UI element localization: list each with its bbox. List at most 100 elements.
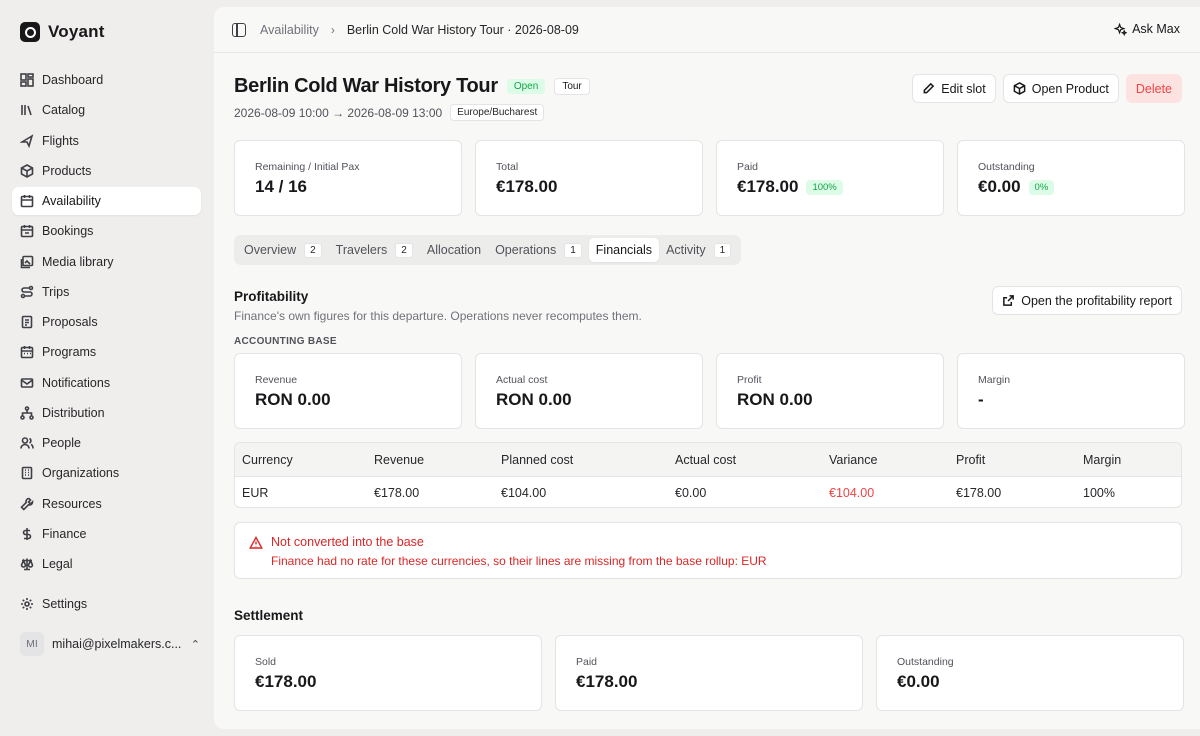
sidebar-item-label: Organizations — [42, 466, 120, 481]
dollar-icon — [20, 527, 34, 541]
column-header: Variance — [829, 452, 878, 467]
card-label: Paid — [576, 656, 598, 668]
profitability-title: Profitability — [234, 289, 309, 304]
tab-label: Overview — [244, 243, 297, 257]
sidebar-item-people[interactable]: People — [12, 429, 201, 457]
alert-body: Finance had no rate for these currencies… — [271, 554, 767, 568]
sidebar-toggle-icon[interactable] — [232, 22, 246, 37]
settlement-card-sold: Sold €178.00 — [234, 635, 542, 711]
table-cell: €0.00 — [675, 485, 707, 500]
sidebar-item-media-library[interactable]: Media library — [12, 248, 201, 276]
sidebar-item-legal[interactable]: Legal — [12, 550, 201, 578]
chevron-right-icon: › — [330, 22, 335, 37]
card-label: Total — [496, 161, 519, 173]
sidebar-item-organizations[interactable]: Organizations — [12, 459, 201, 487]
delete-button[interactable]: Delete — [1125, 74, 1182, 103]
accounting-base-caption: ACCOUNTING BASE — [234, 336, 337, 347]
tab-activity[interactable]: Activity 1 — [659, 238, 738, 262]
calendar-check-icon — [20, 224, 34, 238]
sidebar-item-label: Legal — [42, 557, 73, 572]
accounting-card-actual-cost: Actual cost RON 0.00 — [475, 353, 703, 429]
package-icon — [1013, 82, 1026, 95]
sidebar-item-bookings[interactable]: Bookings — [12, 217, 201, 245]
sparkles-icon — [1114, 22, 1128, 36]
card-label: Revenue — [255, 374, 298, 386]
card-value: RON 0.00 — [737, 390, 813, 409]
currency-table: Currency Revenue Planned cost Actual cos… — [234, 442, 1182, 508]
time-range: 2026-08-09 10:00 → 2026-08-09 13:00 — [234, 105, 443, 120]
settlement-card-outstanding: Outstanding €0.00 — [876, 635, 1184, 711]
sidebar-item-catalog[interactable]: Catalog — [12, 96, 201, 124]
sidebar-item-label: Catalog — [42, 103, 86, 118]
sidebar-item-products[interactable]: Products — [12, 157, 201, 185]
tab-operations[interactable]: Operations 1 — [488, 238, 589, 262]
calendar-icon — [20, 194, 34, 208]
column-header: Planned cost — [501, 452, 574, 467]
tab-travelers[interactable]: Travelers 2 — [329, 238, 420, 262]
summary-card-pax: Remaining / Initial Pax 14 / 16 — [234, 140, 462, 216]
card-value-text: 14 / 16 — [255, 177, 307, 196]
sidebar-item-label: Notifications — [42, 375, 111, 390]
column-header: Currency — [242, 452, 293, 467]
tab-overview[interactable]: Overview 2 — [237, 238, 329, 262]
summary-cards: Remaining / Initial Pax 14 / 16 Total €1… — [234, 140, 1185, 216]
card-value-text: €178.00 — [737, 177, 799, 196]
summary-card-outstanding: Outstanding €0.00 0% — [957, 140, 1185, 216]
alert-title: Not converted into the base — [271, 535, 424, 549]
header-actions: Edit slot Open Product Delete — [912, 74, 1182, 103]
sidebar-item-label: Dashboard — [42, 73, 104, 87]
column-header: Revenue — [374, 452, 425, 467]
edit-slot-button[interactable]: Edit slot — [912, 74, 996, 103]
sidebar-item-settings[interactable]: Settings — [12, 590, 201, 618]
sidebar-item-label: Trips — [42, 284, 70, 299]
tab-financials[interactable]: Financials — [588, 238, 660, 262]
table-cell: EUR — [242, 485, 269, 500]
chevron-up-down-icon: ⌃ — [190, 638, 200, 651]
card-value: - — [978, 390, 984, 409]
card-label: Actual cost — [496, 374, 548, 386]
sidebar-item-dashboard[interactable]: Dashboard — [12, 66, 201, 94]
open-product-button[interactable]: Open Product — [1002, 74, 1119, 103]
sidebar-item-label: Proposals — [42, 315, 98, 330]
brand[interactable]: Voyant — [20, 22, 105, 42]
ask-max-button[interactable]: Ask Max — [1114, 22, 1180, 36]
timezone-badge: Europe/Bucharest — [450, 104, 545, 121]
sidebar-item-label: Finance — [42, 526, 87, 541]
sidebar: Voyant Dashboard Catalog Flights Product… — [0, 0, 214, 736]
card-value: €178.00 100% — [737, 177, 943, 197]
sidebar-item-trips[interactable]: Trips — [12, 278, 201, 306]
column-header: Actual cost — [675, 452, 737, 467]
card-value-text: €0.00 — [978, 177, 1021, 196]
sidebar-item-distribution[interactable]: Distribution — [12, 399, 201, 427]
tab-allocation[interactable]: Allocation — [420, 238, 488, 262]
sidebar-item-finance[interactable]: Finance — [12, 520, 201, 548]
delete-label: Delete — [1135, 81, 1172, 96]
sidebar-item-label: Media library — [42, 254, 114, 269]
warning-icon — [249, 536, 263, 549]
sidebar-item-programs[interactable]: Programs — [12, 338, 201, 366]
sidebar-item-proposals[interactable]: Proposals — [12, 308, 201, 336]
open-profitability-report-button[interactable]: Open the profitability report — [992, 286, 1182, 315]
card-value: €178.00 — [576, 672, 638, 691]
table-header: Currency Revenue Planned cost Actual cos… — [235, 443, 1181, 477]
pencil-icon — [923, 82, 935, 94]
card-value: €178.00 — [255, 672, 317, 691]
sidebar-item-resources[interactable]: Resources — [12, 490, 201, 518]
table-cell: €178.00 — [374, 485, 420, 500]
accounting-card-margin: Margin - — [957, 353, 1185, 429]
sidebar-item-availability[interactable]: Availability — [12, 187, 201, 216]
main-panel: Availability › Berlin Cold War History T… — [214, 7, 1200, 729]
wrench-icon — [20, 497, 34, 511]
images-icon — [20, 255, 34, 269]
column-header: Margin — [1083, 452, 1122, 467]
avatar: MI — [20, 632, 44, 656]
card-value: €0.00 0% — [978, 177, 1184, 197]
summary-card-total: Total €178.00 — [475, 140, 703, 216]
user-menu[interactable]: MI mihai@pixelmakers.c... ⌃ — [20, 630, 200, 658]
sidebar-item-label: Availability — [42, 194, 101, 209]
sidebar-item-notifications[interactable]: Notifications — [12, 369, 201, 397]
breadcrumb-root[interactable]: Availability — [260, 23, 319, 37]
sidebar-item-label: Flights — [42, 133, 79, 148]
card-label: Margin — [978, 374, 1011, 386]
sidebar-item-flights[interactable]: Flights — [12, 127, 201, 155]
